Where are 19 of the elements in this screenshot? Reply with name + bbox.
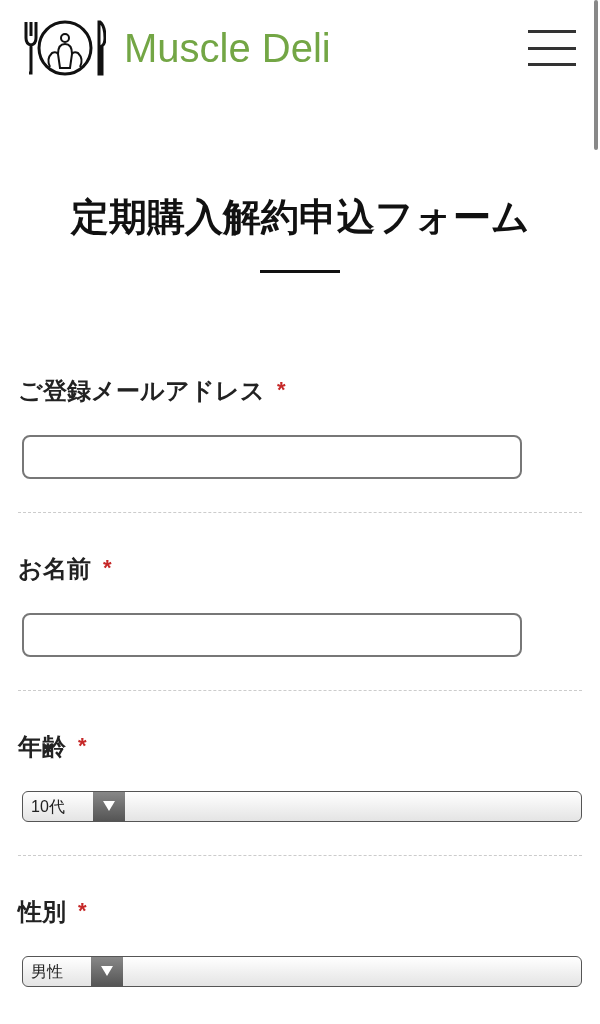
caret-icon bbox=[101, 966, 113, 976]
required-mark: * bbox=[277, 375, 286, 404]
text-field[interactable] bbox=[22, 612, 522, 657]
page-title: 定期購入解約申込フォーム bbox=[70, 195, 530, 240]
field-label: ご登録メールアドレス bbox=[18, 375, 265, 406]
field-label: お名前 bbox=[18, 553, 91, 584]
field-label: 年齢 bbox=[18, 731, 66, 762]
menu-button[interactable] bbox=[528, 30, 576, 66]
dropdown-select[interactable]: 10代 bbox=[22, 790, 582, 822]
required-mark: * bbox=[78, 731, 87, 760]
required-mark: * bbox=[103, 553, 112, 582]
required-mark: * bbox=[78, 896, 87, 925]
dropdown-select[interactable]: 男性 bbox=[22, 955, 582, 987]
scrollbar-icon bbox=[594, 0, 598, 150]
field-label: 性別 bbox=[18, 896, 66, 927]
text-field[interactable] bbox=[22, 434, 522, 479]
fork-plate-knife-logo-icon bbox=[24, 20, 106, 76]
caret-icon bbox=[102, 801, 115, 811]
brand-name: Muscle Deli bbox=[124, 28, 331, 68]
